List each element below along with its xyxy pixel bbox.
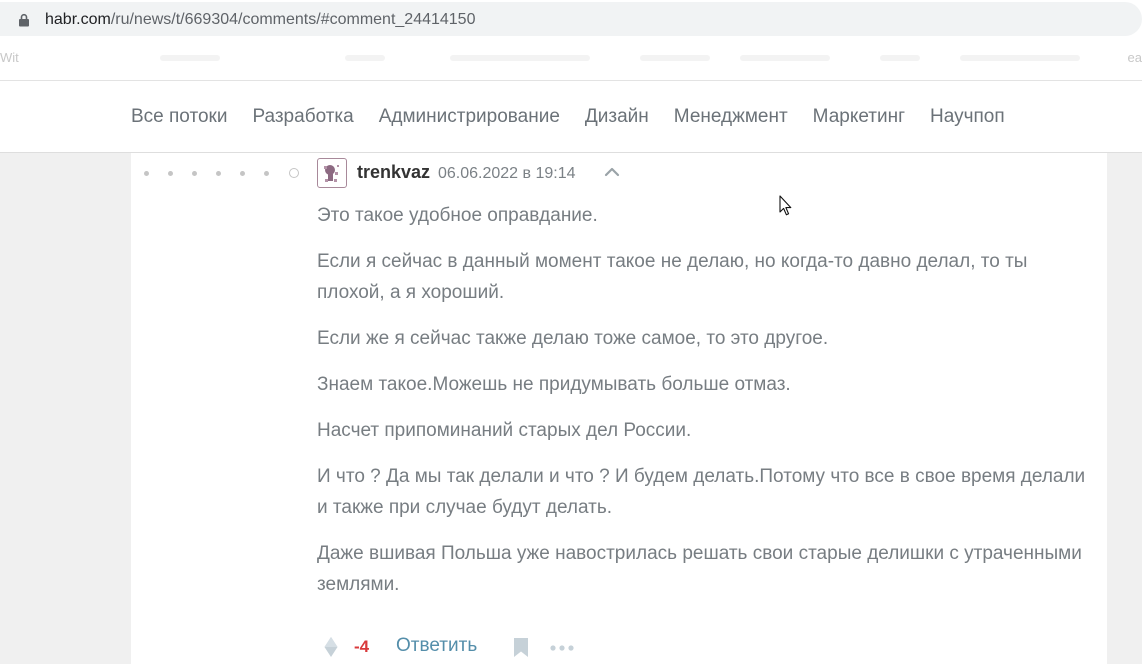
nav-item-design[interactable]: Дизайн [585, 106, 649, 128]
url-path: /ru/news/t/669304/comments/#comment_2441… [110, 11, 476, 28]
nav-item-all-flows[interactable]: Все потоки [131, 106, 227, 128]
thread-level-dot[interactable] [264, 170, 269, 176]
url-host: habr.com [45, 11, 111, 28]
thread-current-level-dot[interactable] [289, 168, 299, 178]
url-field[interactable]: habr.com/ru/news/t/669304/comments/#comm… [0, 2, 1142, 36]
chevron-up-icon[interactable] [603, 166, 621, 178]
nav-item-popular-science[interactable]: Научпоп [930, 106, 1005, 128]
vote-diamond-icon[interactable] [323, 636, 339, 658]
thread-level-dot[interactable] [168, 170, 173, 176]
avatar-icon [324, 165, 339, 182]
comment-paragraph: Даже вшивая Польша уже навострилась реша… [317, 543, 1082, 595]
bookmark-item[interactable] [880, 55, 920, 61]
comment-timestamp[interactable]: 06.06.2022 в 19:14 [438, 165, 576, 183]
nav-item-marketing[interactable]: Маркетинг [813, 106, 905, 128]
comment-author[interactable]: trenkvaz [357, 162, 430, 183]
thread-level-dot[interactable] [192, 170, 197, 176]
avatar[interactable] [317, 158, 347, 188]
reply-button[interactable]: Ответить [396, 635, 477, 657]
comment-paragraph: Это такое удобное оправдание. [317, 205, 598, 226]
bookmark-item[interactable] [450, 55, 590, 61]
bookmark-item[interactable] [640, 55, 710, 61]
lock-icon[interactable] [17, 13, 31, 27]
nav-item-development[interactable]: Разработка [252, 106, 353, 128]
hub-navigation: Все потоки Разработка Администрирование … [0, 81, 1142, 153]
nav-item-management[interactable]: Менеджмент [674, 106, 788, 128]
thread-level-dot[interactable] [216, 170, 221, 176]
bookmark-item[interactable] [345, 55, 385, 61]
bookmark-item[interactable] [740, 55, 830, 61]
comment-score: -4 [354, 637, 370, 656]
nav-items: Все потоки Разработка Администрирование … [131, 106, 1005, 128]
thread-depth-indicator[interactable] [144, 168, 299, 178]
mouse-cursor-icon [779, 195, 792, 216]
comment-paragraph: Знаем такое.Можешь не придумывать больше… [317, 374, 791, 395]
comment-paragraph: И что ? Да мы так делали и что ? И будем… [317, 466, 1086, 518]
bookmark-icon[interactable] [513, 637, 529, 658]
url-text[interactable]: habr.com/ru/news/t/669304/comments/#comm… [45, 11, 475, 29]
comment-paragraph: Если же я сейчас также делаю тоже самое,… [317, 328, 829, 349]
bookmarks-bar: Wit ea [0, 38, 1142, 81]
comment-paragraph: Если я сейчас в данный момент такое не д… [317, 251, 1028, 303]
more-dots-icon[interactable] [549, 644, 575, 652]
browser-address-bar: habr.com/ru/news/t/669304/comments/#comm… [0, 0, 1142, 38]
thread-level-dot[interactable] [240, 170, 245, 176]
bookmark-item[interactable]: Wit [0, 50, 19, 65]
nav-item-administration[interactable]: Администрирование [379, 106, 560, 128]
bookmark-item[interactable] [160, 55, 220, 61]
thread-level-dot[interactable] [144, 170, 149, 176]
bookmark-item[interactable] [960, 55, 1080, 61]
comment-paragraph: Насчет припоминаний старых дел России. [317, 420, 692, 441]
bookmark-item[interactable]: ea [1128, 50, 1142, 65]
comment-body: Это такое удобное оправдание. Если я сей… [317, 200, 1092, 615]
